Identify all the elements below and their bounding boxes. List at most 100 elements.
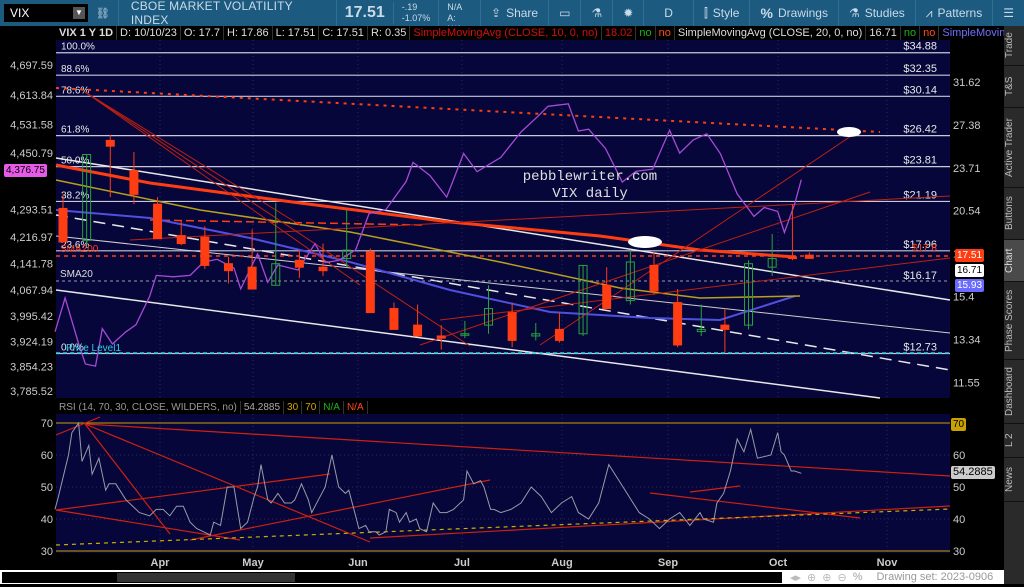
crosshair-icon[interactable]: ⊕ bbox=[807, 571, 816, 584]
highlight-ellipse[interactable] bbox=[628, 236, 662, 248]
month-label: Apr bbox=[151, 557, 171, 569]
candle-body bbox=[673, 302, 683, 346]
rsi-value: 54.2885 bbox=[241, 401, 285, 414]
symbol-period[interactable]: VIX 1 Y 1D bbox=[56, 26, 118, 40]
rsi-study-label[interactable]: RSI (14, 70, 30, CLOSE, WILDERS, no) bbox=[56, 401, 241, 414]
alert-button[interactable]: ▭ bbox=[549, 0, 582, 26]
candle-body bbox=[176, 235, 186, 245]
sidebar-tab-trade[interactable]: Trade bbox=[1004, 26, 1024, 66]
rsi-axis-label: 30 bbox=[953, 546, 965, 558]
spx-axis-label: 3,995.42 bbox=[10, 311, 53, 323]
rsi-axis-label: 70 bbox=[41, 418, 53, 430]
sma200-price-label: $17.8 bbox=[912, 243, 937, 254]
sidebar-tab-chart[interactable]: Chart bbox=[1004, 240, 1024, 282]
price-axis-label: 23.71 bbox=[953, 163, 981, 175]
share-button[interactable]: ⇪ Share bbox=[481, 0, 550, 26]
sma20-price-label: $16.17 bbox=[903, 270, 937, 282]
time-scrollbar[interactable] bbox=[2, 571, 782, 583]
drawing-set[interactable]: Drawing set: 2023-0906 bbox=[876, 571, 993, 583]
style-button[interactable]: ⫿ Style bbox=[694, 0, 751, 26]
sma20-value: 16.71 bbox=[866, 26, 901, 40]
flask-button[interactable]: ⚗ bbox=[581, 0, 614, 26]
rsi-axis-label: 50 bbox=[953, 482, 965, 494]
chevron-down-icon[interactable]: ▼ bbox=[72, 7, 85, 19]
sidebar-tab-news[interactable]: News bbox=[1004, 458, 1024, 502]
menu-button[interactable]: ☰ bbox=[993, 0, 1024, 26]
price-pane[interactable] bbox=[56, 40, 950, 398]
price-axis-label: 15.4 bbox=[953, 292, 974, 304]
sidebar-tab-l-2[interactable]: L 2 bbox=[1004, 424, 1024, 458]
rsi-axis-label: 60 bbox=[41, 450, 53, 462]
spx-axis-label: 3,785.52 bbox=[10, 386, 53, 398]
fib-price-label: $23.81 bbox=[903, 155, 937, 167]
candle-body bbox=[200, 236, 210, 266]
fib-pct-label: 88.6% bbox=[61, 64, 89, 75]
month-label: May bbox=[242, 557, 264, 569]
candle-body bbox=[436, 335, 446, 339]
share-icon: ⇪ bbox=[491, 6, 502, 20]
sidebar-tab-t-s[interactable]: T&S bbox=[1004, 66, 1024, 108]
highlight-ellipse[interactable] bbox=[837, 127, 861, 137]
drawings-button[interactable]: % Drawings bbox=[750, 0, 839, 26]
last-price: 17.51 bbox=[344, 4, 385, 21]
gear-icon: ✹ bbox=[623, 6, 634, 20]
bar-low: L: 17.51 bbox=[272, 26, 320, 40]
sma200-label: SMA200 bbox=[60, 244, 99, 255]
zoom-in-icon[interactable]: ⊕ bbox=[822, 571, 831, 584]
patterns-button[interactable]: ⩘ Patterns bbox=[916, 0, 994, 26]
candle-body bbox=[365, 251, 375, 314]
study-header: VIX 1 Y 1D D: 10/10/23 O: 17.7 H: 17.86 … bbox=[56, 26, 1024, 40]
toolbar: VIX ▼ ⛓ CBOE MARKET VOLATILITY INDEX 17.5… bbox=[0, 0, 1024, 35]
bar-date: D: 10/10/23 bbox=[117, 26, 181, 40]
spx-axis-label: 4,141.78 bbox=[10, 259, 53, 271]
spx-axis-label: 4,067.94 bbox=[10, 285, 53, 297]
sma20-study[interactable]: SimpleMovingAvg (CLOSE, 20, 0, no) bbox=[674, 26, 867, 40]
sma20-label: SMA20 bbox=[60, 269, 93, 280]
sidebar-tab-phase-scores[interactable]: Phase Scores bbox=[1004, 282, 1024, 360]
candle-body bbox=[720, 324, 730, 330]
link-icon[interactable]: ⛓ bbox=[96, 7, 110, 20]
rsi-70-badge: 70 bbox=[951, 418, 967, 431]
fib-pct-label: 100.0% bbox=[61, 42, 95, 53]
studies-button[interactable]: ⚗ Studies bbox=[839, 0, 916, 26]
zoom-out-icon[interactable]: ⊖ bbox=[837, 571, 846, 584]
fib-price-label: $34.88 bbox=[903, 41, 937, 53]
rsi-oversold: 30 bbox=[284, 401, 303, 414]
candle-body bbox=[787, 256, 797, 260]
spx-badge: 4,376.75 bbox=[4, 164, 47, 177]
rsi-axis-label: 30 bbox=[41, 546, 53, 558]
last-price-badge: 17.51 bbox=[955, 249, 985, 262]
bar-open: O: 17.7 bbox=[180, 26, 224, 40]
candle-body bbox=[129, 170, 139, 195]
price-axis-label: 27.38 bbox=[953, 120, 981, 132]
sidebar-tab-active-trader[interactable]: Active Trader bbox=[1004, 108, 1024, 188]
sidebar-tab-buttons[interactable]: Buttons bbox=[1004, 188, 1024, 240]
settings-button[interactable]: ✹ bbox=[613, 0, 645, 26]
sma10-flag: no bbox=[636, 26, 656, 40]
scrollbar-thumb[interactable] bbox=[117, 572, 295, 582]
aggregation-button[interactable]: D bbox=[644, 0, 694, 26]
rsi-axis-label: 40 bbox=[41, 514, 53, 526]
candle-body bbox=[247, 266, 257, 290]
bar-range: R: 0.35 bbox=[367, 26, 411, 40]
percent-icon[interactable]: % bbox=[853, 571, 863, 584]
pan-icon[interactable]: ◂▸ bbox=[790, 571, 801, 584]
candle-body bbox=[602, 284, 612, 310]
symbol-input[interactable]: VIX ▼ bbox=[4, 4, 88, 22]
percent-icon: % bbox=[760, 5, 773, 21]
bar-high: H: 17.86 bbox=[223, 26, 273, 40]
candle-body bbox=[554, 328, 564, 341]
spx-axis-label: 4,450.79 bbox=[10, 148, 53, 160]
candle-body bbox=[413, 324, 423, 337]
sidebar-tab-dashboard[interactable]: Dashboard bbox=[1004, 360, 1024, 424]
studies-label: Studies bbox=[864, 6, 905, 20]
fib-pct-label: 78.6% bbox=[61, 85, 89, 96]
month-label: Oct bbox=[769, 557, 788, 569]
right-sidebar: Trade T&S Active Trader Buttons Chart Phase S… bbox=[1004, 26, 1024, 584]
sma10-study[interactable]: SimpleMovingAvg (CLOSE, 10, 0, no) bbox=[410, 26, 602, 40]
pattern-icon: ⩘ bbox=[925, 5, 933, 20]
candle-body bbox=[223, 263, 233, 272]
chart-canvas[interactable]: 100.0% $34.88 88.6% $32.35 78.6% $30.14 61.8% $… bbox=[0, 0, 1024, 587]
candle-icon: ⫿ bbox=[703, 5, 708, 20]
rsi-axis-label: 60 bbox=[953, 450, 965, 462]
